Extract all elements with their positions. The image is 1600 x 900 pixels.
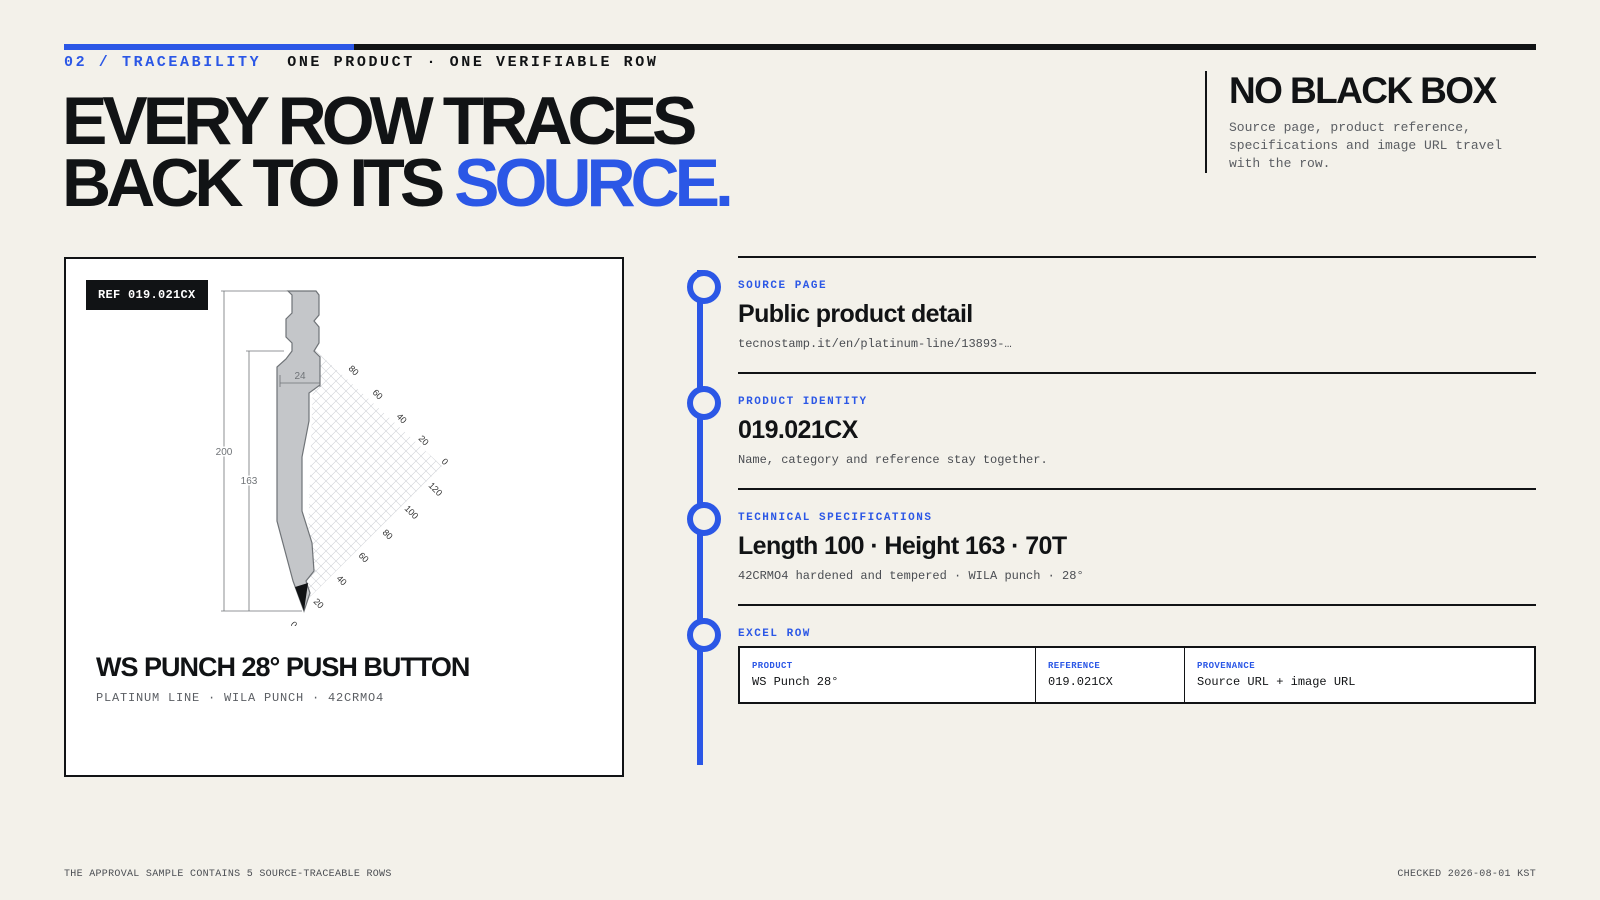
excel-header: REFERENCE	[1048, 661, 1101, 671]
dim-working-height-label: 163	[241, 476, 258, 487]
excel-cell-provenance: PROVENANCE Source URL + image URL	[1185, 648, 1534, 702]
step-technical-specs: TECHNICAL SPECIFICATIONS Length 100 · He…	[738, 488, 1536, 604]
scale-lower-tick: 80	[381, 527, 395, 541]
dim-width-label: 24	[294, 371, 306, 382]
step-label: PRODUCT IDENTITY	[738, 396, 868, 408]
page-headline: EVERY ROW TRACES BACK TO ITS SOURCE.	[62, 87, 734, 217]
scale-upper-tick: 60	[371, 387, 385, 401]
step-product-identity: PRODUCT IDENTITY 019.021CX Name, categor…	[738, 372, 1536, 488]
aside-text: Source page, product reference, specific…	[1229, 120, 1503, 171]
timeline-node	[687, 502, 721, 536]
excel-header: PRODUCT	[752, 661, 793, 671]
footer-checked-date: CHECKED 2026-08-01 KST	[1397, 869, 1536, 880]
step-excel-row: EXCEL ROW PRODUCT WS Punch 28° REFERENCE…	[738, 604, 1536, 714]
timeline-node	[687, 618, 721, 652]
top-rule	[64, 44, 1536, 50]
scale-upper-tick: 80	[347, 363, 361, 377]
section-kicker: 02 / TRACEABILITY ONE PRODUCT · ONE VERIF…	[64, 54, 658, 71]
section-number: 02 / TRACEABILITY	[64, 54, 262, 71]
step-label: SOURCE PAGE	[738, 280, 828, 292]
ref-badge: REF 019.021CX	[86, 280, 208, 310]
headline-line-2-prefix: BACK TO ITS	[62, 145, 455, 221]
scale-lower-tick: 100	[403, 503, 421, 521]
excel-value: WS Punch 28°	[752, 675, 839, 689]
scale-lower-tick: 60	[357, 550, 371, 564]
scale-lower-tick: 40	[335, 573, 349, 587]
product-subtitle: PLATINUM LINE · WILA PUNCH · 42CRMO4	[96, 691, 385, 705]
step-title: 019.021CX	[738, 416, 858, 444]
step-source-page: SOURCE PAGE Public product detail tecnos…	[738, 256, 1536, 372]
scale-upper-tick: 40	[395, 411, 409, 425]
excel-value: 019.021CX	[1048, 675, 1113, 689]
excel-header: PROVENANCE	[1197, 661, 1256, 671]
product-title: WS PUNCH 28° PUSH BUTTON	[96, 652, 470, 682]
step-title: Public product detail	[738, 300, 973, 328]
excel-cell-reference: REFERENCE 019.021CX	[1036, 648, 1185, 702]
traceability-slide: 02 / TRACEABILITY ONE PRODUCT · ONE VERIF…	[0, 0, 1600, 900]
top-rule-accent	[64, 44, 354, 50]
punch-technical-drawing: 24 200 163 80 60 40 20 0 120 100 80 60 4…	[214, 290, 450, 626]
excel-value: Source URL + image URL	[1197, 675, 1356, 689]
working-envelope	[306, 349, 442, 601]
dim-total-height-label: 200	[216, 447, 233, 458]
step-detail: 42CRMO4 hardened and tempered · WILA pun…	[738, 569, 1084, 583]
headline-highlight: SOURCE.	[454, 145, 734, 221]
step-title: Length 100 · Height 163 · 70T	[738, 532, 1067, 560]
step-label: TECHNICAL SPECIFICATIONS	[738, 512, 933, 524]
step-detail: Name, category and reference stay togeth…	[738, 453, 1048, 467]
step-label: EXCEL ROW	[738, 628, 811, 640]
section-subtitle: ONE PRODUCT · ONE VERIFIABLE ROW	[287, 54, 659, 71]
scale-lower-tick: 0	[289, 619, 300, 626]
timeline-node	[687, 270, 721, 304]
excel-cell-product: PRODUCT WS Punch 28°	[740, 648, 1036, 702]
excel-row-preview: PRODUCT WS Punch 28° REFERENCE 019.021CX…	[738, 646, 1536, 704]
timeline-node	[687, 386, 721, 420]
aside-note: NO BLACK BOX Source page, product refere…	[1205, 71, 1535, 173]
aside-title: NO BLACK BOX	[1229, 70, 1497, 111]
product-card: REF 019.021CX 24 200 163 80 60 40 20 0 1…	[64, 257, 624, 777]
scale-lower-tick: 120	[427, 480, 445, 498]
step-detail: tecnostamp.it/en/platinum-line/13893-…	[738, 337, 1012, 351]
scale-lower-tick: 20	[312, 596, 326, 610]
footer-note: THE APPROVAL SAMPLE CONTAINS 5 SOURCE-TR…	[64, 869, 392, 880]
